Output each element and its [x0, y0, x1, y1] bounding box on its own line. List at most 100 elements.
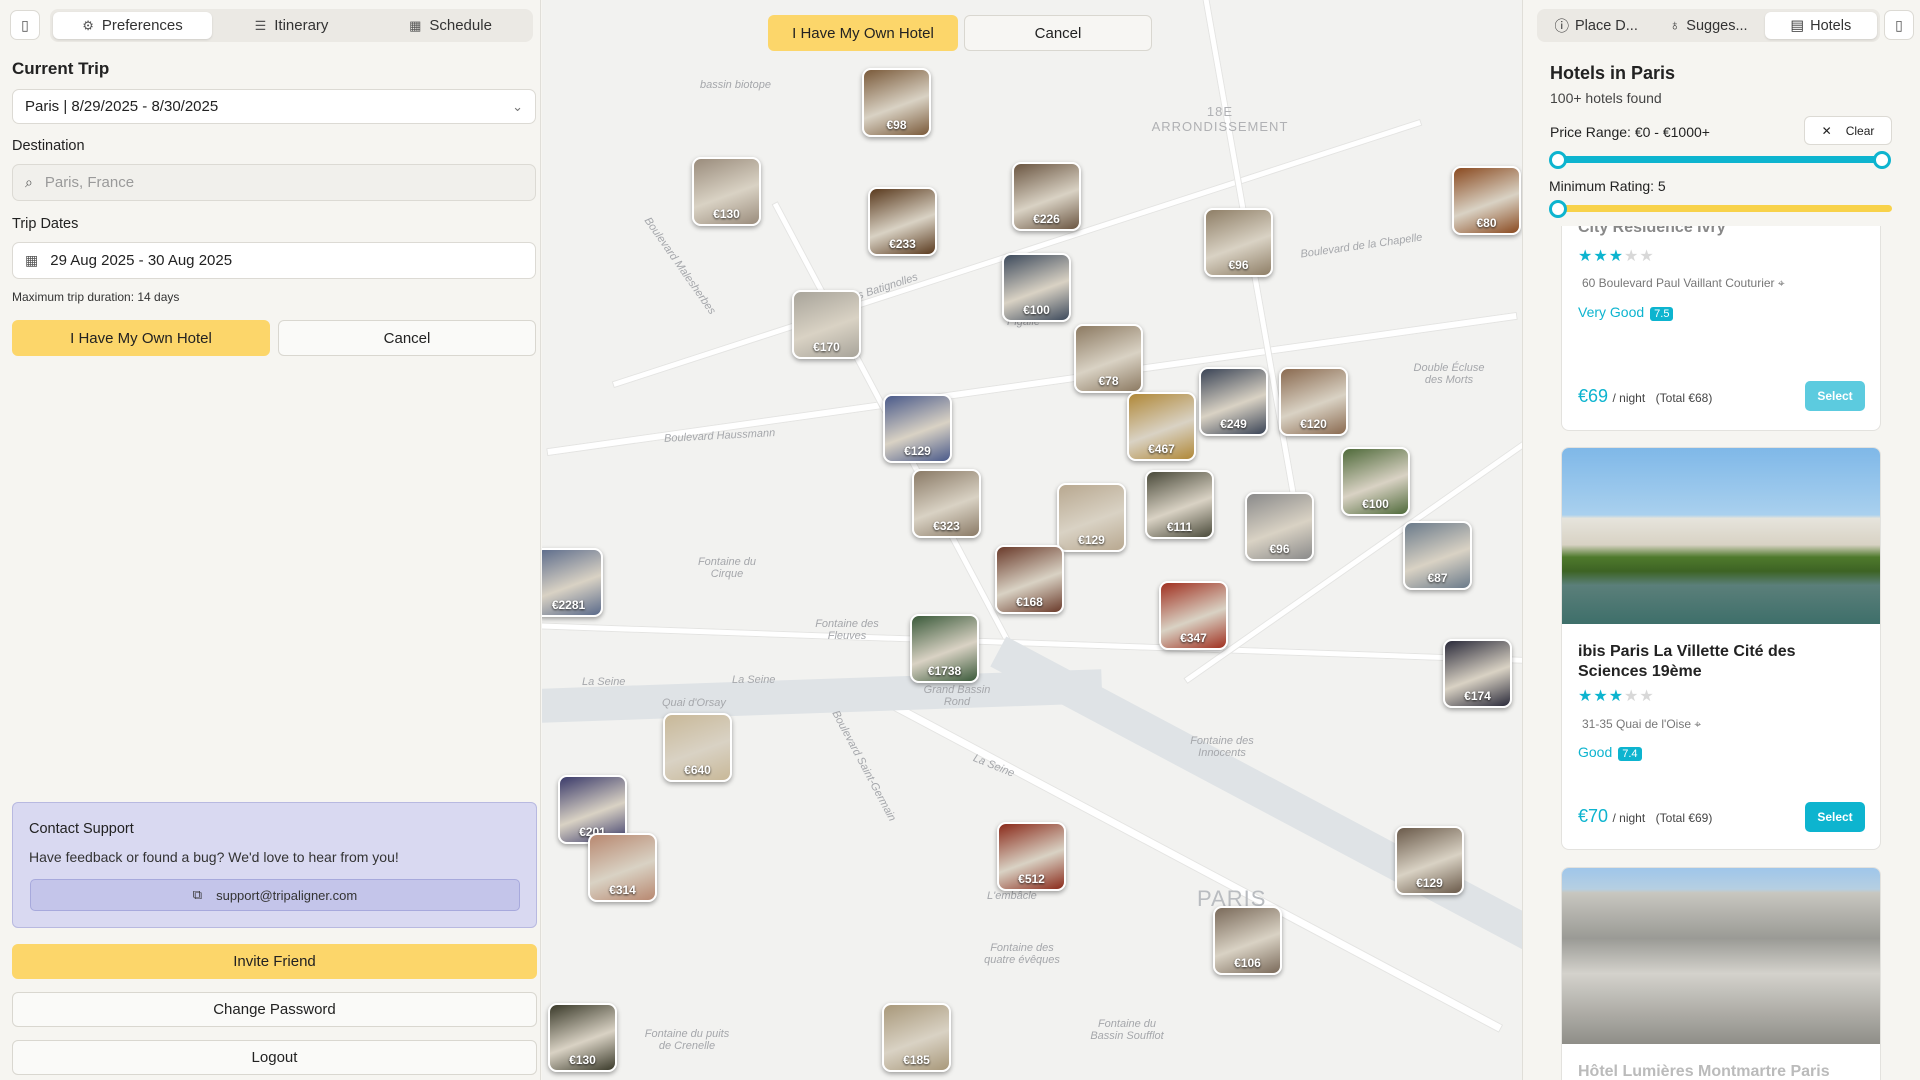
current-trip-heading: Current Trip	[12, 59, 110, 78]
map-label: Double Écluse des Morts	[1413, 362, 1485, 386]
select-hotel-button[interactable]: Select	[1805, 802, 1865, 832]
address-text: 60 Boulevard Paul Vaillant Couturier	[1582, 276, 1775, 290]
cancel-button[interactable]: Cancel	[278, 320, 536, 356]
hotel-price-pin[interactable]: €170	[792, 290, 861, 359]
map-label: Boulevard Malesherbes	[641, 215, 718, 317]
price-range-slider[interactable]	[1558, 156, 1882, 163]
hotel-price-pin[interactable]: €226	[1012, 162, 1081, 231]
list-icon: ☰	[254, 17, 267, 33]
hotel-price-pin[interactable]: €120	[1279, 367, 1348, 436]
logout-button[interactable]: Logout	[12, 1040, 537, 1075]
contact-support-box: Contact Support Have feedback or found a…	[12, 802, 537, 928]
hotel-price-pin[interactable]: €130	[692, 157, 761, 226]
hotel-price-pin[interactable]: €323	[912, 469, 981, 538]
trip-dates-input[interactable]: ▦ 29 Aug 2025 - 30 Aug 2025	[12, 242, 536, 279]
pin-price: €640	[684, 763, 711, 777]
hotel-price-pin[interactable]: €185	[882, 1003, 951, 1072]
map-label: Fontaine des Innocents	[1190, 735, 1254, 759]
hotel-price-pin[interactable]: €130	[548, 1003, 617, 1072]
hotel-price-pin[interactable]: €100	[1002, 253, 1071, 322]
hotel-price-pin[interactable]: €314	[588, 833, 657, 902]
min-rating-slider[interactable]	[1558, 205, 1892, 212]
price-min-handle[interactable]	[1549, 151, 1567, 169]
hotel-price-pin[interactable]: €87	[1403, 521, 1472, 590]
tab-suggestions[interactable]: ♁ Sugges...	[1652, 12, 1764, 39]
pin-price: €1738	[927, 664, 962, 678]
tab-preferences[interactable]: ⚙ Preferences	[53, 12, 212, 39]
map-label: Fontaine des quatre évêques	[984, 942, 1060, 966]
hotel-price-pin[interactable]: €174	[1443, 639, 1512, 708]
hotel-price-pin[interactable]: €129	[1395, 826, 1464, 895]
pin-price: €129	[1078, 533, 1105, 547]
map-cancel-button[interactable]: Cancel	[964, 15, 1152, 51]
map-label: Fontaine du Bassin Soufflot	[1090, 1018, 1164, 1042]
support-title: Contact Support	[29, 821, 134, 837]
hotel-map[interactable]: bassin biotope 18E ARRONDISSEMENT Boulev…	[542, 0, 1522, 1080]
hotel-photo	[1562, 448, 1880, 624]
pin-price: €96	[1269, 542, 1290, 556]
hotel-price-pin[interactable]: €106	[1213, 906, 1282, 975]
tab-label: Place D...	[1574, 17, 1638, 34]
hotel-price-pin[interactable]: €98	[862, 68, 931, 137]
hotel-price-pin[interactable]: €78	[1074, 324, 1143, 393]
tab-itinerary[interactable]: ☰ Itinerary	[212, 12, 371, 39]
tab-label: Itinerary	[274, 17, 329, 34]
hotel-price-pin[interactable]: €96	[1204, 208, 1273, 277]
tab-place-details[interactable]: ⓘ Place D...	[1540, 12, 1652, 39]
pin-price: €347	[1180, 631, 1207, 645]
change-password-button[interactable]: Change Password	[12, 992, 537, 1027]
hotel-price-pin[interactable]: €111	[1145, 470, 1214, 539]
pin-price: €98	[886, 118, 907, 132]
map-own-hotel-button[interactable]: I Have My Own Hotel	[768, 15, 958, 51]
hotel-price-pin[interactable]: €512	[997, 822, 1066, 891]
hotel-price-pin[interactable]: €640	[663, 713, 732, 782]
hotel-price-pin[interactable]: €1738	[910, 614, 979, 683]
tab-hotels[interactable]: ▤ Hotels	[1764, 12, 1877, 39]
hotel-price-pin[interactable]: €347	[1159, 581, 1228, 650]
hotel-price-pin[interactable]: €249	[1199, 367, 1268, 436]
hotel-card[interactable]: Hôtel Lumières Montmartre Paris	[1561, 867, 1881, 1080]
hotels-count: 100+ hotels found	[1550, 90, 1662, 106]
panel-toggle-icon[interactable]: ▯	[1884, 10, 1914, 40]
price-max-handle[interactable]	[1873, 151, 1891, 169]
support-email-button[interactable]: ⧉ support@tripaligner.com	[30, 879, 520, 911]
hotel-price-pin[interactable]: €96	[1245, 492, 1314, 561]
hotel-price-pin[interactable]: €129	[883, 394, 952, 463]
hotel-photo	[1562, 868, 1880, 1044]
hotel-price-pin[interactable]: €2281	[542, 548, 603, 617]
pin-price: €129	[904, 444, 931, 458]
hotel-name: ibis Paris La Villette Cité des Sciences…	[1578, 643, 1796, 680]
hotel-price-pin[interactable]: €233	[868, 187, 937, 256]
sidebar-toggle-icon[interactable]: ▯	[10, 10, 40, 40]
min-rating-handle[interactable]	[1549, 200, 1567, 218]
close-icon: ✕	[1821, 123, 1832, 138]
hotel-price: €70 / night (Total €69)	[1578, 806, 1712, 827]
tab-label: Sugges...	[1686, 17, 1748, 34]
building-icon: ▤	[1790, 17, 1805, 34]
map-label: bassin biotope	[700, 79, 771, 91]
price-range-label: Price Range: €0 - €1000+	[1550, 124, 1710, 140]
pin-price: €78	[1098, 374, 1119, 388]
clear-filters-button[interactable]: ✕ Clear	[1804, 116, 1892, 145]
pin-price: €100	[1023, 303, 1050, 317]
invite-friend-button[interactable]: Invite Friend	[12, 944, 537, 979]
map-label: Boulevard Saint-Germain	[829, 708, 899, 824]
hotel-price-pin[interactable]: €129	[1057, 483, 1126, 552]
rating-badge: 7.4	[1618, 747, 1642, 761]
hotel-price-pin[interactable]: €100	[1341, 447, 1410, 516]
pin-price: €87	[1427, 571, 1448, 585]
hotel-card[interactable]: City Résidence Ivry ★★★★★ 60 Boulevard P…	[1561, 226, 1881, 431]
hotel-price-pin[interactable]: €80	[1452, 166, 1521, 235]
price-total: (Total €69)	[1655, 811, 1713, 825]
pin-price: €100	[1362, 497, 1389, 511]
trip-select[interactable]: Paris | 8/29/2025 - 8/30/2025 ⌄	[12, 89, 536, 124]
hotel-price-pin[interactable]: €168	[995, 545, 1064, 614]
select-hotel-button[interactable]: Select	[1805, 381, 1865, 411]
tab-schedule[interactable]: ▦ Schedule	[371, 12, 530, 39]
destination-input[interactable]: ⌕ Paris, France	[12, 164, 536, 201]
rating-text: Good	[1578, 744, 1613, 760]
hotel-price-pin[interactable]: €467	[1127, 392, 1196, 461]
own-hotel-button[interactable]: I Have My Own Hotel	[12, 320, 270, 356]
hotel-card[interactable]: ibis Paris La Villette Cité des Sciences…	[1561, 447, 1881, 850]
max-duration-note: Maximum trip duration: 14 days	[12, 290, 180, 304]
